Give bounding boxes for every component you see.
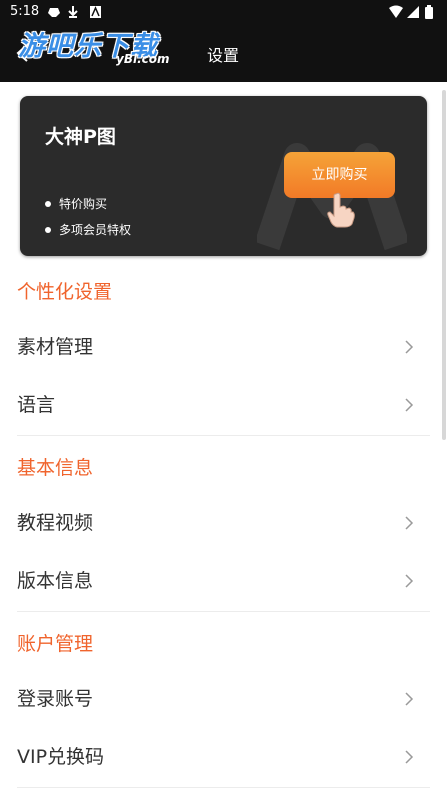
settings-item-vip-code[interactable]: VIP兑换码 (0, 728, 430, 786)
notification-icons (48, 6, 101, 18)
pointing-hand-icon (327, 192, 355, 228)
page-title: 设置 (207, 46, 240, 65)
settings-item-label: 版本信息 (17, 570, 94, 592)
settings-item-tutorial-videos[interactable]: 教程视频 (0, 494, 430, 552)
settings-item-language[interactable]: 语言 (0, 376, 430, 434)
watermark-logo: 游吧乐下载 yBl.com (18, 24, 188, 70)
settings-item-label: 语言 (17, 394, 56, 416)
status-bar: 5:18 (0, 0, 447, 24)
promo-benefit: 特价购买 (45, 196, 131, 222)
chevron-right-icon (405, 516, 414, 530)
settings-item-materials[interactable]: 素材管理 (0, 318, 430, 376)
chevron-right-icon (405, 692, 414, 706)
system-status-icons (389, 5, 433, 19)
section-header-personalization: 个性化设置 (17, 281, 113, 303)
promo-title: 大神P图 (45, 126, 116, 148)
settings-item-label: 登录账号 (17, 688, 94, 710)
promo-benefit: 多项会员特权 (45, 222, 131, 248)
status-time: 5:18 (10, 4, 40, 19)
app-bar: 游吧乐下载 yBl.com 设置 (0, 24, 447, 82)
chevron-right-icon (405, 398, 414, 412)
chevron-right-icon (405, 574, 414, 588)
settings-item-login-account[interactable]: 登录账号 (0, 670, 430, 728)
promo-benefits-list: 特价购买 多项会员特权 (45, 196, 131, 248)
watermark-domain: yBl.com (116, 52, 170, 66)
section-divider (17, 611, 430, 612)
settings-item-version-info[interactable]: 版本信息 (0, 552, 430, 610)
vip-promo-card[interactable]: 大神P图 特价购买 多项会员特权 立即购买 (20, 96, 427, 256)
settings-item-label: 素材管理 (17, 336, 94, 358)
settings-item-label: 教程视频 (17, 512, 94, 534)
section-header-basic-info: 基本信息 (17, 457, 94, 479)
chevron-right-icon (405, 340, 414, 354)
settings-item-label: VIP兑换码 (17, 746, 105, 768)
section-header-account: 账户管理 (17, 633, 94, 655)
section-divider (17, 435, 430, 436)
chevron-right-icon (405, 750, 414, 764)
section-divider (17, 787, 430, 788)
scrollbar[interactable] (442, 90, 446, 440)
